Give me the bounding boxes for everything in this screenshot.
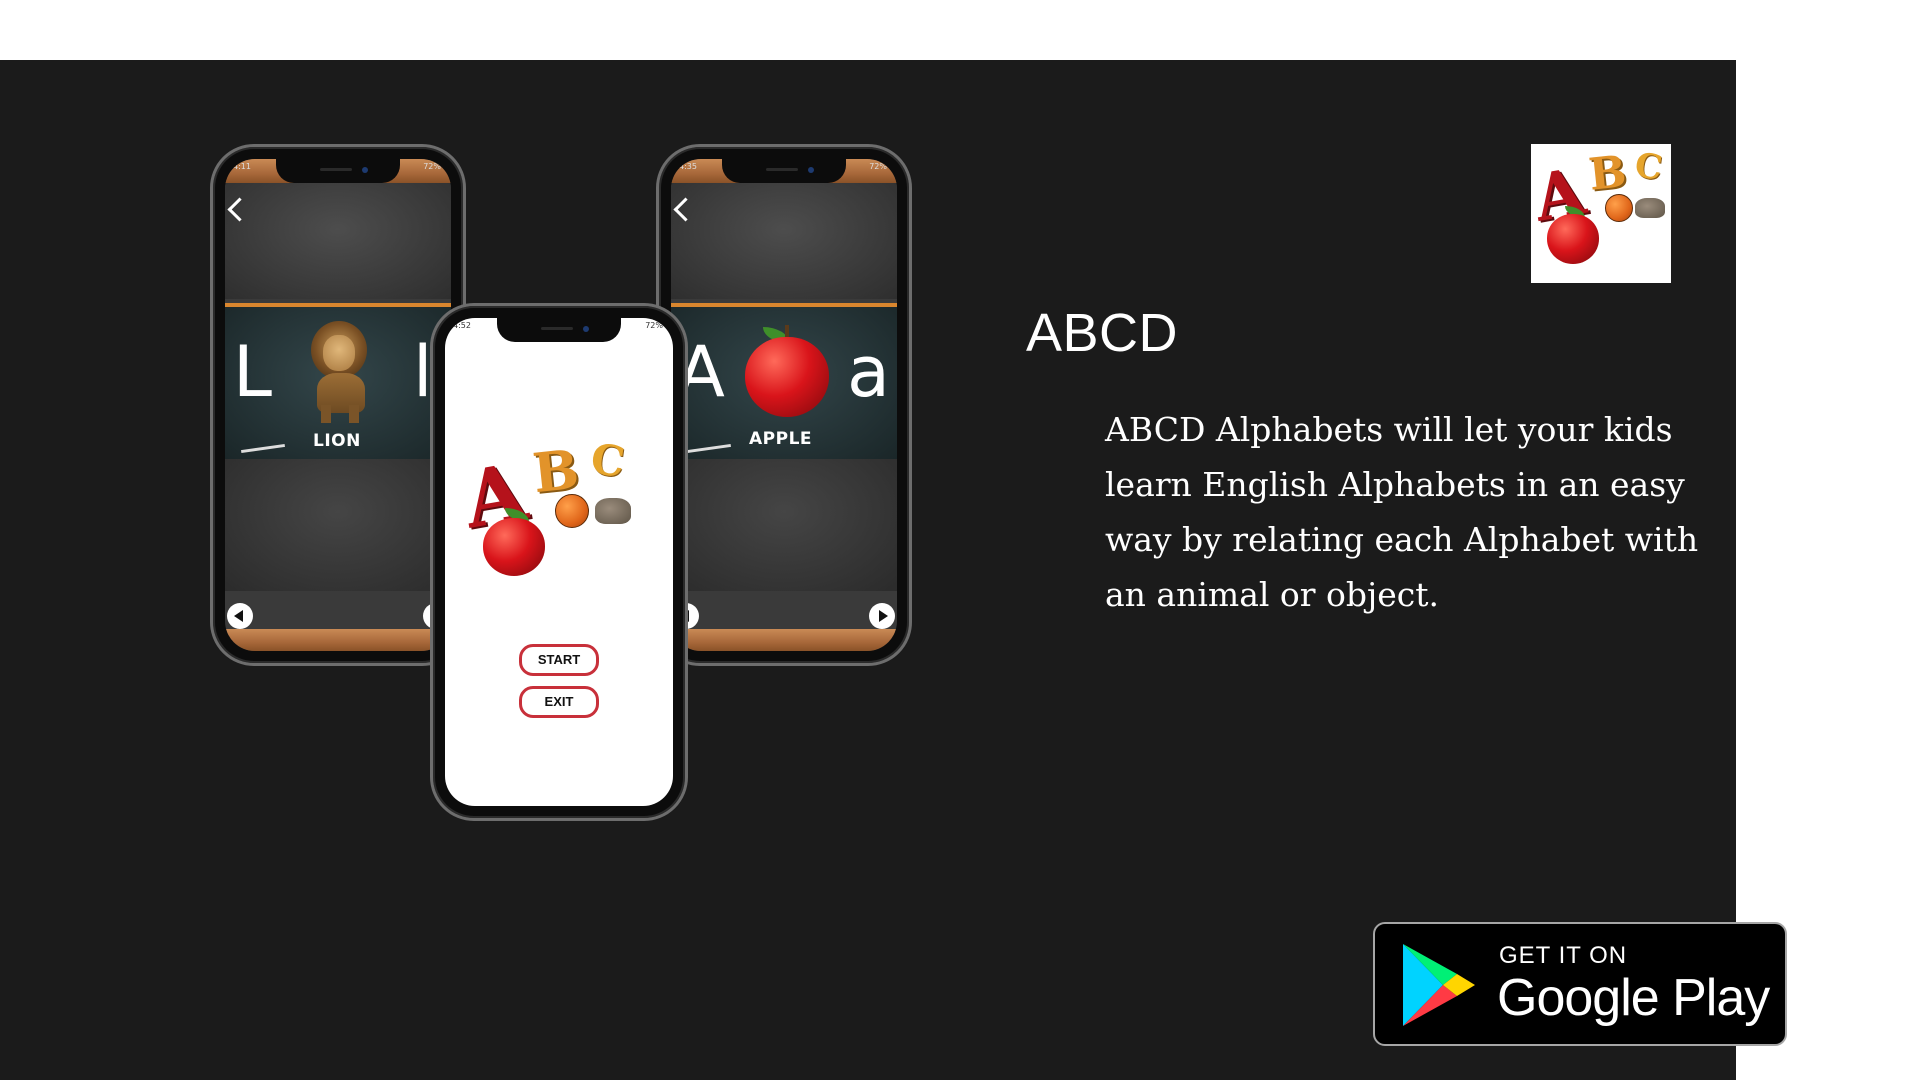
chalk-mark <box>687 443 731 454</box>
apple-icon <box>483 518 545 576</box>
lower-letter: a <box>847 331 890 413</box>
basketball-icon <box>1605 194 1633 222</box>
abc-logo: A B C <box>457 433 645 586</box>
basketball-icon <box>555 494 589 528</box>
letter-card: A a APPLE <box>671 303 897 463</box>
exit-button[interactable]: EXIT <box>519 686 599 718</box>
phone-screen-left: 4:11 72% L l LION <box>225 159 451 651</box>
status-battery: 72% <box>869 162 887 171</box>
google-play-icon <box>1403 944 1475 1026</box>
badge-line1: GET IT ON <box>1499 942 1628 969</box>
blackboard-bottom <box>671 459 897 591</box>
phone-mockup-center: 4:52 72% A B C START EXIT <box>430 303 688 821</box>
next-button[interactable] <box>869 603 895 629</box>
blackboard-bottom <box>225 459 451 591</box>
word-label: LION <box>313 431 361 451</box>
phone-notch <box>722 159 846 183</box>
apple-icon <box>1547 214 1599 264</box>
app-icon: A B C <box>1531 144 1671 283</box>
word-label: APPLE <box>749 429 813 449</box>
blackboard-top <box>671 183 897 299</box>
wood-frame-bottom <box>225 629 451 651</box>
logo-letter-c: C <box>587 433 628 488</box>
badge-line2: Google Play <box>1497 969 1770 1027</box>
letter-card: L l LION <box>225 303 451 463</box>
chalk-mark <box>241 443 285 454</box>
wood-frame-bottom <box>671 629 897 651</box>
phone-notch <box>276 159 400 183</box>
status-battery: 72% <box>645 321 663 330</box>
upper-letter: L <box>233 331 272 413</box>
cat-icon <box>1635 198 1665 218</box>
phone-screen-right: 4:35 72% A a APPLE <box>671 159 897 651</box>
logo-letter-c: C <box>1632 145 1665 189</box>
logo-letter-b: B <box>1586 146 1629 201</box>
phone-mockup-right: 4:35 72% A a APPLE <box>656 144 912 666</box>
blackboard-top <box>225 183 451 299</box>
app-description: ABCD Alphabets will let your kids learn … <box>1105 410 1699 614</box>
start-button[interactable]: START <box>519 644 599 676</box>
apple-image-icon <box>743 323 831 419</box>
status-time: 4:11 <box>233 162 251 171</box>
prev-button[interactable] <box>227 603 253 629</box>
cat-icon <box>595 498 631 524</box>
phone-screen-center: 4:52 72% A B C START EXIT <box>445 318 673 806</box>
app-title: ABCD <box>1026 303 1179 363</box>
status-battery: 72% <box>423 162 441 171</box>
lion-image-icon <box>303 321 375 423</box>
phone-mockup-left: 4:11 72% L l LION <box>210 144 466 666</box>
status-time: 4:35 <box>679 162 697 171</box>
google-play-badge[interactable]: GET IT ON Google Play <box>1373 922 1787 1046</box>
phone-notch <box>497 318 621 342</box>
status-time: 4:52 <box>453 321 471 330</box>
